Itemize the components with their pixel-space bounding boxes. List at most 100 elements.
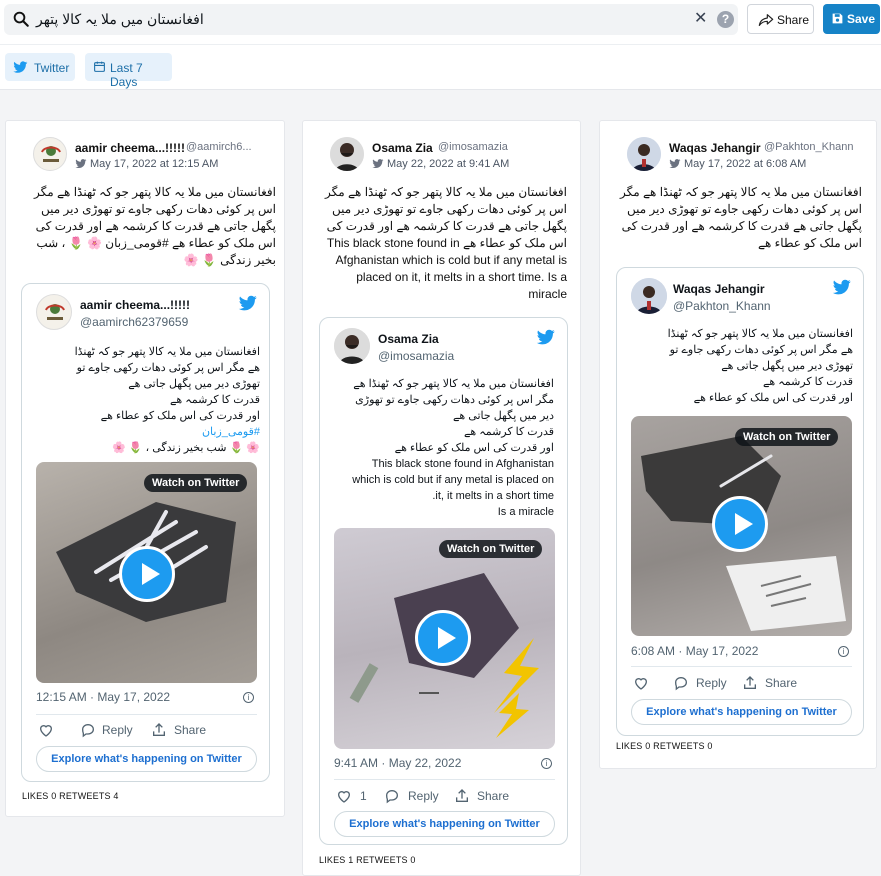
post-date: May 17, 2022 at 12:15 AM — [90, 158, 218, 170]
search-input[interactable]: افغانستان میں ملا یہ کالا پتھر — [36, 11, 204, 28]
clear-search-icon[interactable]: ✕ — [694, 11, 707, 27]
watch-on-twitter-badge[interactable]: Watch on Twitter — [439, 540, 543, 558]
share-icon — [742, 675, 758, 691]
post-date: May 22, 2022 at 9:41 AM — [387, 158, 509, 170]
twitter-bird-icon — [372, 158, 384, 169]
play-button[interactable] — [712, 496, 768, 552]
embed-text: افغانستان میں ملا یہ کالا پتھر جو کہ ٹھن… — [36, 344, 260, 456]
author-handle[interactable]: @aamirch6... — [186, 141, 252, 153]
author-handle[interactable]: @imosamazia — [438, 141, 508, 153]
embed-author-handle[interactable]: @Pakhton_Khann — [673, 299, 771, 313]
twitter-bird-icon[interactable] — [238, 294, 258, 312]
embed-text: افغانستان میں ملا یہ کالا پتھر جو کہ ٹھن… — [667, 328, 853, 404]
help-icon[interactable]: ? — [717, 11, 734, 28]
author-name[interactable]: Waqas Jehangir — [669, 141, 761, 155]
embed-author-handle[interactable]: @imosamazia — [378, 349, 454, 363]
calendar-icon — [94, 61, 105, 72]
embedded-tweet[interactable]: Osama Zia @imosamazia افغانستان میں ملا … — [319, 317, 568, 845]
search-icon — [13, 11, 29, 27]
twitter-bird-icon — [669, 158, 681, 169]
author-name[interactable]: aamir cheema...!!!!! — [75, 141, 185, 155]
video-thumbnail[interactable]: Watch on Twitter — [36, 462, 257, 683]
embed-timestamp[interactable]: 12:15 AM · May 17, 2022 — [36, 690, 170, 704]
share-button-label: Share — [777, 13, 810, 27]
embed-timestamp[interactable]: 6:08 AM · May 17, 2022 — [631, 644, 758, 658]
avatar — [627, 137, 661, 171]
avatar — [33, 137, 67, 171]
top-bar: افغانستان میں ملا یہ کالا پتھر ✕ ? Share… — [0, 0, 881, 44]
embed-avatar — [334, 328, 370, 364]
embedded-tweet[interactable]: aamir cheema...!!!!! @aamirch62379659 اف… — [21, 283, 270, 782]
divider — [334, 779, 555, 780]
reply-icon — [384, 788, 400, 804]
embed-avatar — [631, 278, 667, 314]
twitter-bird-icon — [75, 158, 87, 169]
embed-author-name[interactable]: Waqas Jehangir — [673, 282, 765, 296]
embed-avatar — [36, 294, 72, 330]
save-icon — [832, 13, 843, 24]
engagement-stats: LIKES 1 RETWEETS 0 — [319, 855, 416, 865]
embed-timestamp[interactable]: 9:41 AM · May 22, 2022 — [334, 756, 461, 770]
twitter-bird-icon[interactable] — [536, 328, 556, 346]
post-card[interactable]: Osama Zia @imosamazia May 22, 2022 at 9:… — [302, 120, 581, 876]
save-button[interactable]: Save — [823, 4, 880, 34]
date-range-label: Last 7 Days — [110, 61, 143, 89]
post-card[interactable]: aamir cheema...!!!!! @aamirch6... May 17… — [5, 120, 285, 817]
share-tweet-button[interactable]: Share — [742, 675, 802, 691]
engagement-stats: LIKES 0 RETWEETS 0 — [616, 741, 713, 751]
divider — [631, 666, 852, 667]
post-card[interactable]: Waqas Jehangir @Pakhton_Khann May 17, 20… — [599, 120, 877, 769]
share-icon — [454, 788, 470, 804]
post-text: افغانستان میں ملا یہ کالا پتھر جو کہ ٹھن… — [34, 185, 276, 267]
post-date: May 17, 2022 at 6:08 AM — [684, 158, 806, 170]
share-tweet-button[interactable]: Share — [454, 788, 514, 804]
heart-icon — [633, 675, 649, 691]
avatar — [330, 137, 364, 171]
embed-author-name[interactable]: Osama Zia — [378, 332, 439, 346]
like-button[interactable] — [38, 722, 58, 738]
post-text: افغانستان میں ملا یہ کالا پتھر جو کہ ٹھن… — [620, 185, 862, 250]
post-text: افغانستان میں ملا یہ کالا پتھر جو کہ ٹھن… — [325, 185, 567, 301]
search-bar[interactable]: افغانستان میں ملا یہ کالا پتھر ✕ ? — [4, 4, 738, 35]
explore-button[interactable]: Explore what's happening on Twitter — [334, 811, 555, 837]
author-name[interactable]: Osama Zia — [372, 141, 433, 155]
twitter-bird-icon[interactable] — [832, 278, 852, 296]
filter-bar: Twitter Last 7 Days — [0, 44, 881, 90]
reply-button[interactable]: Reply — [673, 675, 733, 691]
reply-button[interactable]: Reply — [80, 722, 140, 738]
info-icon[interactable]: i — [838, 646, 849, 657]
heart-icon — [38, 722, 54, 738]
explore-button[interactable]: Explore what's happening on Twitter — [36, 746, 257, 772]
video-thumbnail[interactable]: Watch on Twitter — [631, 416, 852, 636]
like-button[interactable]: 1 — [336, 788, 370, 804]
watch-on-twitter-badge[interactable]: Watch on Twitter — [735, 428, 839, 446]
share-arrow-icon — [758, 14, 774, 26]
reply-icon — [80, 722, 96, 738]
video-thumbnail[interactable]: Watch on Twitter — [334, 528, 555, 749]
twitter-bird-icon — [13, 60, 28, 74]
info-icon[interactable]: i — [243, 692, 254, 703]
divider — [36, 714, 257, 715]
heart-icon — [336, 788, 352, 804]
embed-author-handle[interactable]: @aamirch62379659 — [80, 315, 188, 329]
share-tweet-button[interactable]: Share — [151, 722, 211, 738]
embed-author-name[interactable]: aamir cheema...!!!!! — [80, 298, 190, 312]
reply-icon — [673, 675, 689, 691]
like-button[interactable] — [633, 675, 653, 691]
play-button[interactable] — [119, 546, 175, 602]
author-handle[interactable]: @Pakhton_Khann — [764, 141, 853, 153]
share-icon — [151, 722, 167, 738]
source-filter-label: Twitter — [34, 61, 70, 75]
engagement-stats: LIKES 0 RETWEETS 4 — [22, 791, 119, 801]
source-filter-chip[interactable]: Twitter — [5, 53, 75, 81]
reply-button[interactable]: Reply — [384, 788, 444, 804]
watch-on-twitter-badge[interactable]: Watch on Twitter — [144, 474, 248, 492]
info-icon[interactable]: i — [541, 758, 552, 769]
date-range-chip[interactable]: Last 7 Days — [85, 53, 172, 89]
play-button[interactable] — [415, 610, 471, 666]
embedded-tweet[interactable]: Waqas Jehangir @Pakhton_Khann افغانستان … — [616, 267, 864, 736]
explore-button[interactable]: Explore what's happening on Twitter — [631, 699, 852, 725]
hashtag-link[interactable]: #قومی_زبان — [36, 424, 260, 440]
embed-text: افغانستان میں ملا یہ کالا پتھر جو کہ ٹھن… — [352, 378, 554, 518]
share-button[interactable]: Share — [747, 4, 814, 34]
